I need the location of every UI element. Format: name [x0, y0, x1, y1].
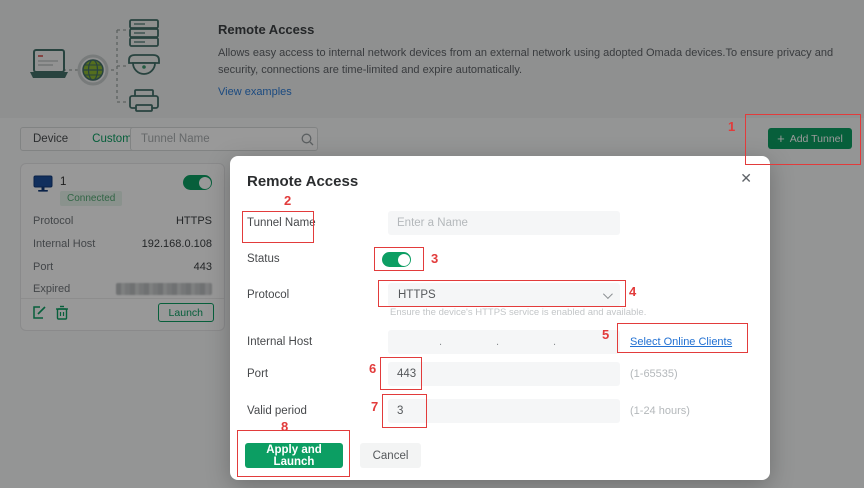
internal-host-ip-input: . . . — [388, 330, 620, 354]
apply-and-launch-button[interactable]: Apply and Launch — [245, 443, 343, 468]
tunnel-name-label: Tunnel Name — [247, 217, 316, 229]
protocol-value: HTTPS — [398, 289, 436, 301]
protocol-select[interactable]: HTTPS — [388, 283, 620, 307]
port-hint: (1-65535) — [630, 368, 678, 380]
ip-separator: . — [495, 336, 500, 348]
protocol-helper-text: Ensure the device's HTTPS service is ena… — [390, 307, 647, 318]
select-online-clients-link[interactable]: Select Online Clients — [630, 336, 732, 348]
ip-octet-2[interactable] — [445, 336, 493, 348]
close-icon[interactable]: ✕ — [740, 170, 752, 187]
port-input[interactable] — [388, 362, 620, 386]
valid-period-hint: (1-24 hours) — [630, 405, 690, 417]
ip-octet-1[interactable] — [388, 336, 436, 348]
valid-period-label: Valid period — [247, 405, 307, 417]
status-toggle[interactable] — [382, 252, 411, 267]
status-label: Status — [247, 253, 280, 265]
protocol-label: Protocol — [247, 289, 290, 301]
ip-octet-4[interactable] — [559, 336, 607, 348]
port-label: Port — [247, 368, 269, 380]
valid-period-input[interactable] — [388, 399, 620, 423]
chevron-down-icon — [602, 288, 613, 299]
remote-access-dialog: Remote Access ✕ Tunnel Name Status Proto… — [230, 156, 770, 480]
cancel-button[interactable]: Cancel — [360, 443, 421, 468]
internal-host-label: Internal Host — [247, 336, 313, 348]
tunnel-name-input[interactable] — [388, 211, 620, 235]
ip-separator: . — [552, 336, 557, 348]
ip-octet-3[interactable] — [502, 336, 550, 348]
ip-separator: . — [438, 336, 443, 348]
dialog-title: Remote Access — [247, 173, 359, 190]
